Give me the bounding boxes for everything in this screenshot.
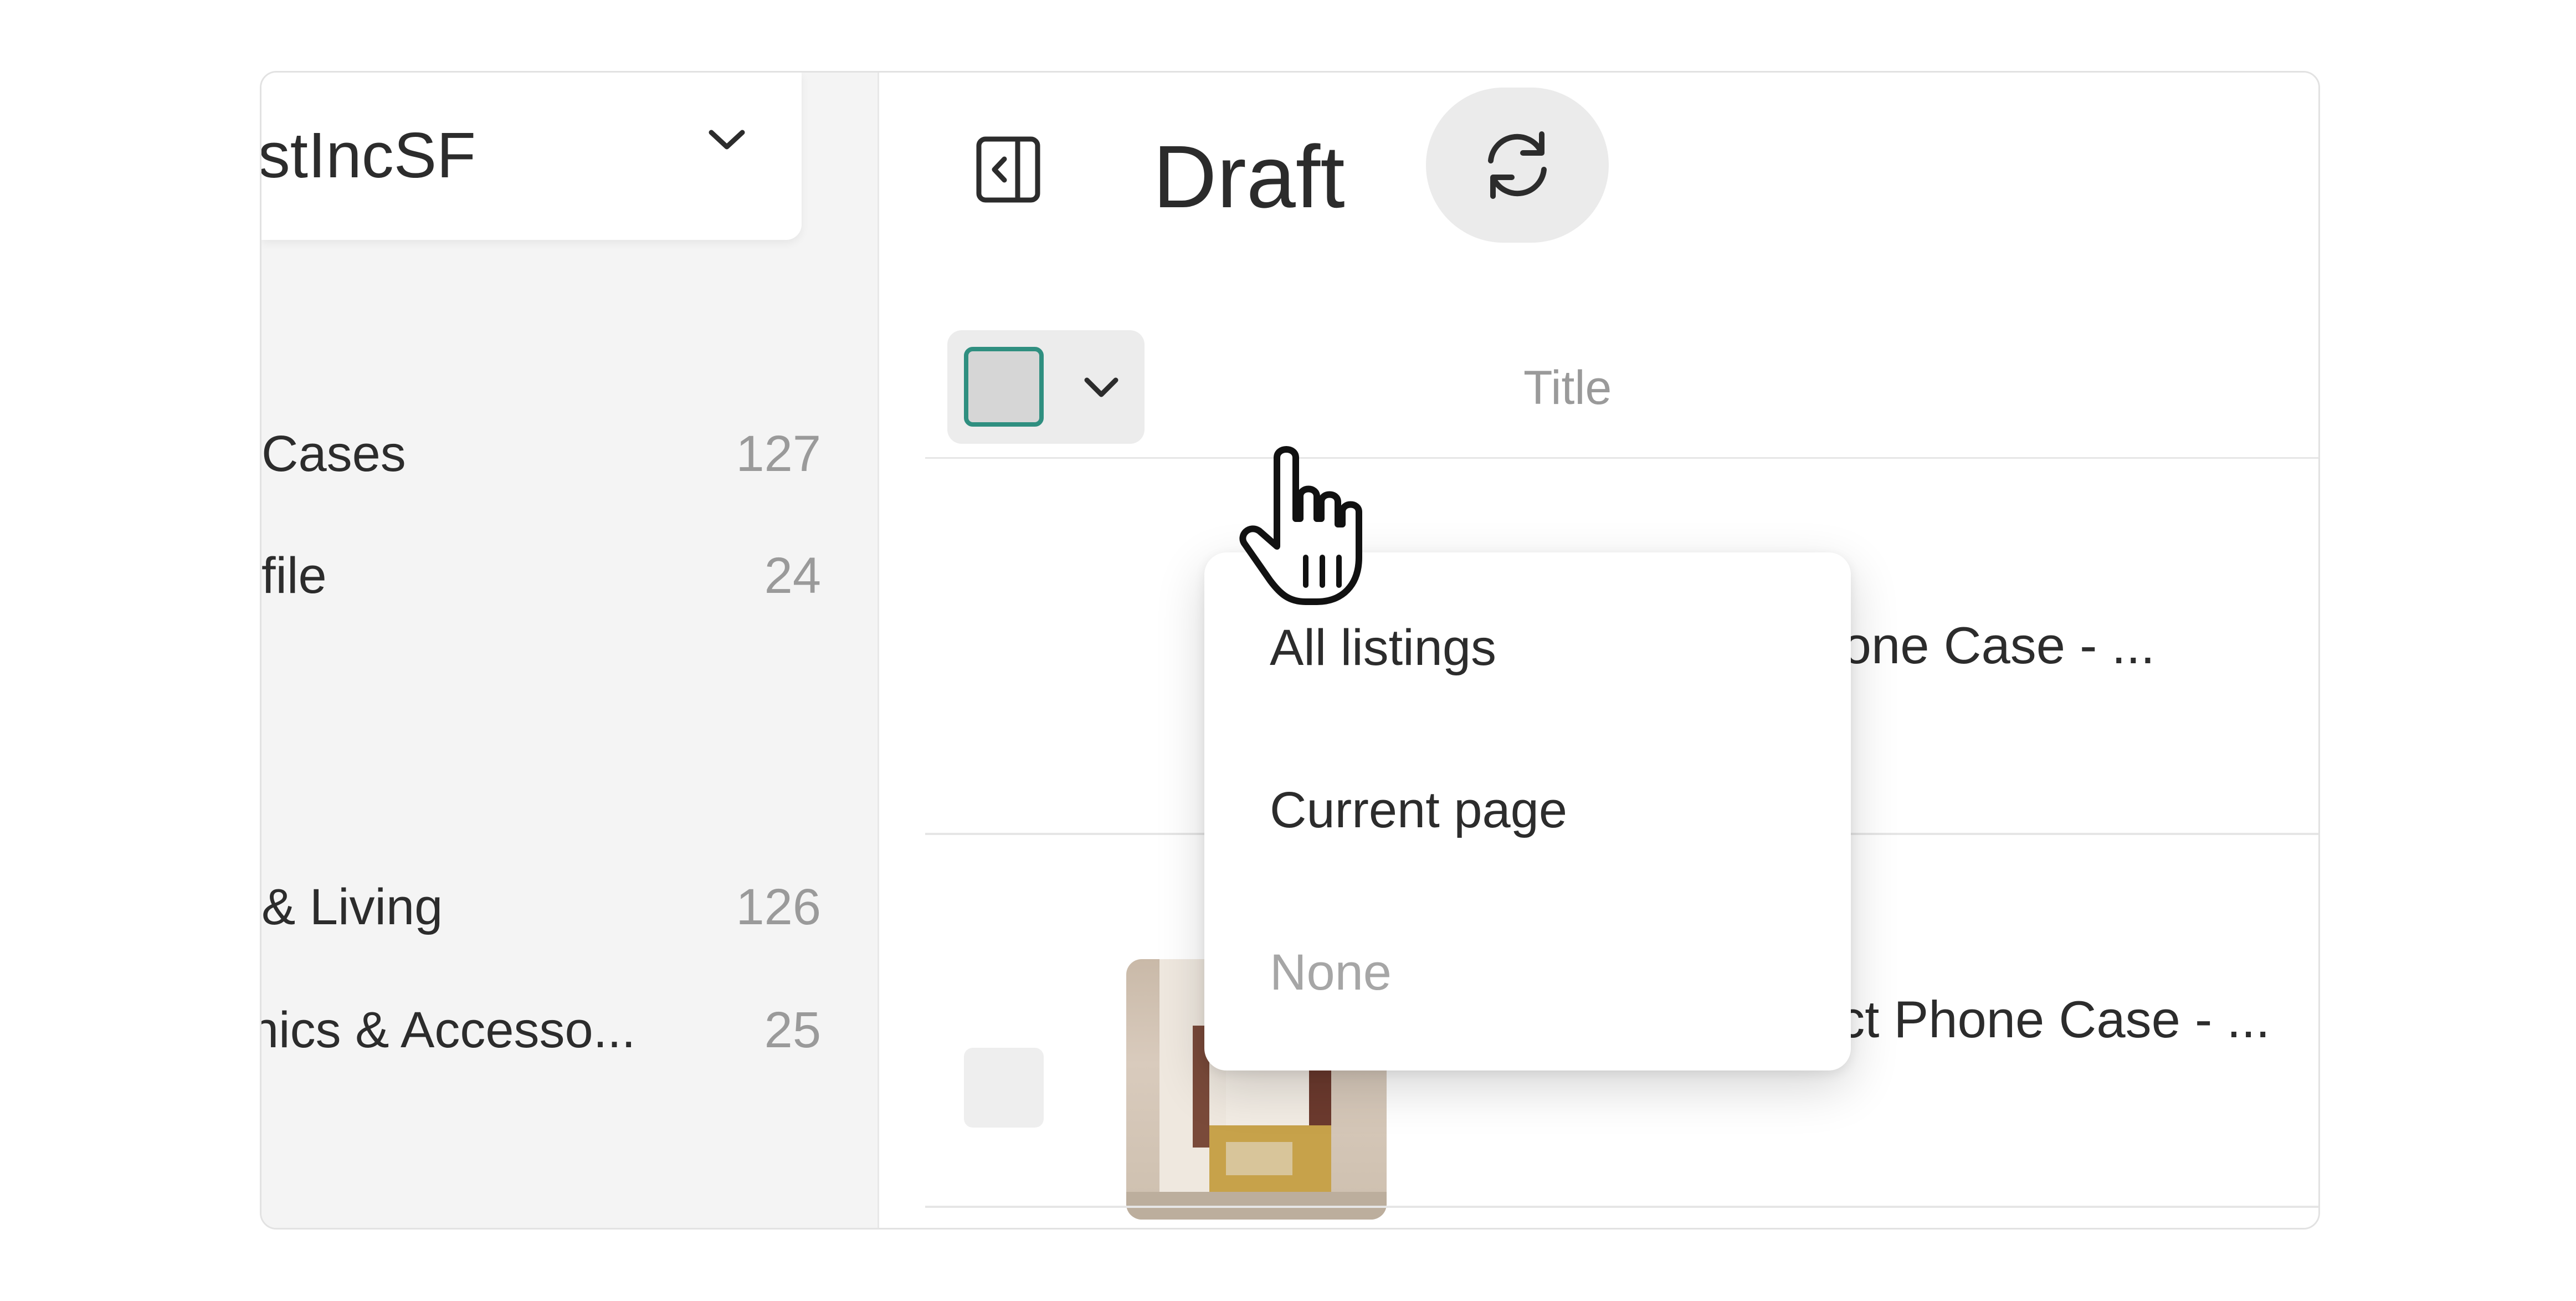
- divider: [925, 1206, 2318, 1208]
- sidebar-item-label: & Living: [261, 879, 443, 935]
- row-checkbox[interactable]: [964, 1048, 1044, 1128]
- sidebar-item-home-living[interactable]: & Living 126: [261, 878, 821, 961]
- app-window: istIncSF Cases 127 file 24 & Living 126 …: [260, 71, 2320, 1230]
- refresh-icon: [1488, 131, 1547, 199]
- shop-switcher[interactable]: istIncSF: [261, 73, 802, 240]
- bulk-select-menu: All listings Current page None: [1204, 552, 1851, 1070]
- column-header-title[interactable]: Title: [1523, 361, 1612, 416]
- sidebar-item-count: 126: [736, 879, 822, 935]
- sidebar: istIncSF Cases 127 file 24 & Living 126 …: [261, 73, 879, 1228]
- refresh-button[interactable]: [1426, 88, 1609, 243]
- menu-item-current-page[interactable]: Current page: [1270, 781, 1567, 839]
- sidebar-collapse-icon[interactable]: [972, 134, 1044, 206]
- sidebar-item-count: 127: [736, 426, 822, 482]
- sidebar-item-count: 24: [764, 547, 821, 604]
- sidebar-item-label: Cases: [261, 426, 406, 482]
- chevron-down-icon: [709, 130, 745, 150]
- menu-item-all-listings[interactable]: All listings: [1270, 619, 1496, 677]
- bulk-select-control[interactable]: [947, 330, 1145, 444]
- hand-pointer-icon: [1239, 446, 1362, 605]
- sidebar-item-electronics-accessories[interactable]: nics & Accesso... 25: [261, 1001, 821, 1084]
- chevron-down-icon[interactable]: [1074, 363, 1129, 413]
- select-all-checkbox[interactable]: [964, 347, 1044, 427]
- sidebar-item-label: file: [261, 547, 327, 604]
- sidebar-item-profile[interactable]: file 24: [261, 547, 821, 630]
- shop-name: istIncSF: [260, 119, 476, 191]
- sidebar-item-label: nics & Accesso...: [260, 1002, 636, 1058]
- divider: [925, 457, 2318, 459]
- menu-item-none[interactable]: None: [1270, 944, 1392, 1002]
- sidebar-item-cases[interactable]: Cases 127: [261, 425, 821, 508]
- page-title: Draft: [1153, 127, 1345, 226]
- sidebar-item-count: 25: [764, 1002, 821, 1058]
